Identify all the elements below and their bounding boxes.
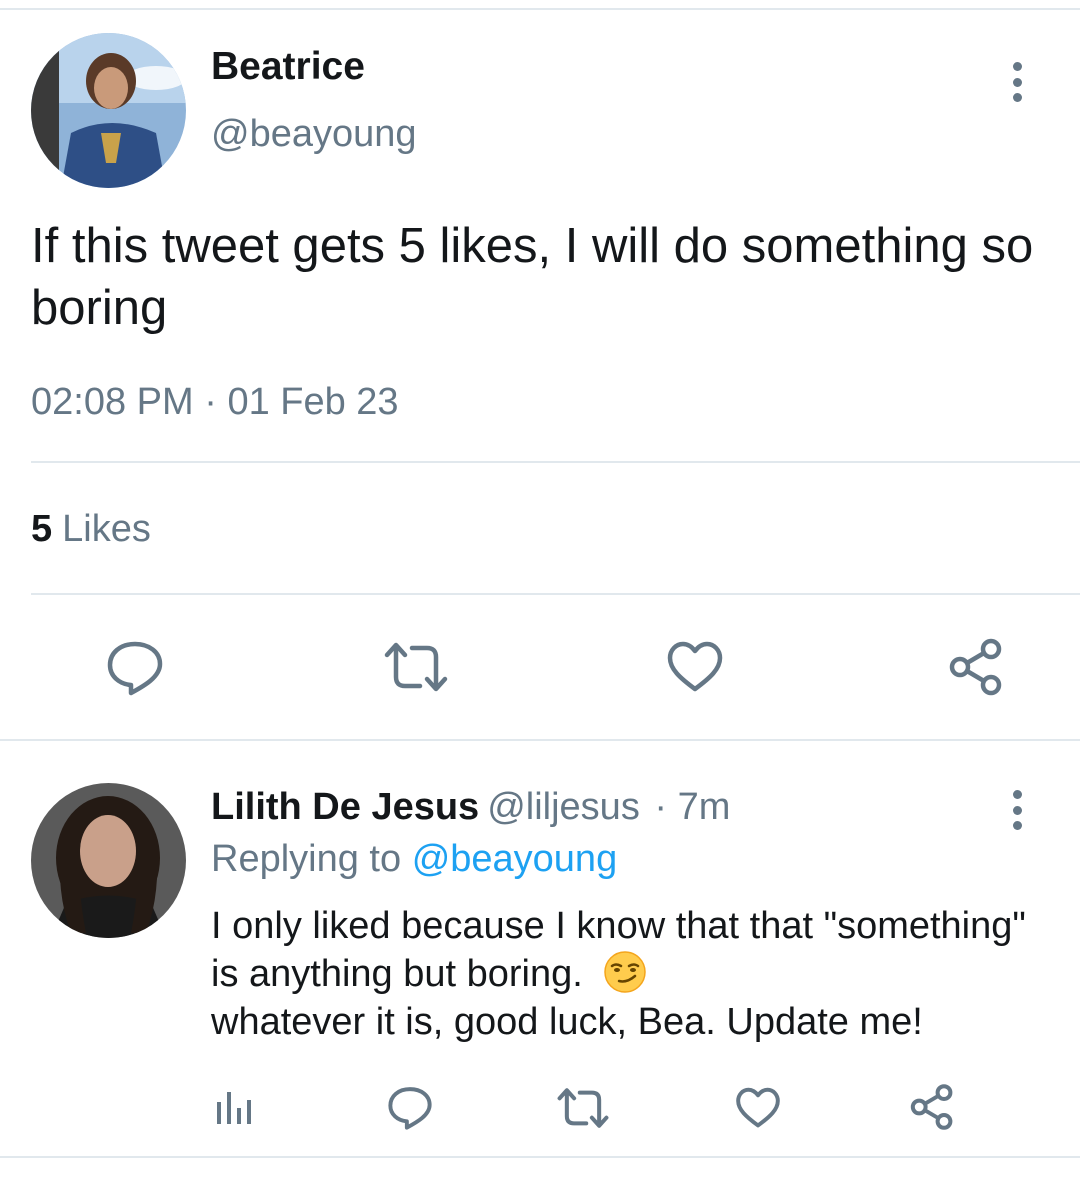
reply-author-display-name[interactable]: Lilith De Jesus bbox=[211, 786, 479, 828]
share-icon bbox=[910, 1084, 953, 1130]
reply-button[interactable] bbox=[106, 640, 164, 696]
share-button[interactable] bbox=[946, 637, 1006, 697]
section-divider bbox=[0, 739, 1080, 741]
retweet-button[interactable] bbox=[383, 641, 449, 693]
retweet-icon bbox=[557, 1088, 609, 1128]
divider bbox=[31, 593, 1080, 595]
section-divider bbox=[0, 1156, 1080, 1158]
reply-text: I only liked because I know that that "s… bbox=[211, 902, 1051, 1046]
like-icon bbox=[736, 1087, 780, 1128]
like-icon bbox=[667, 641, 723, 692]
share-button[interactable] bbox=[908, 1083, 956, 1131]
share-icon bbox=[949, 638, 1002, 696]
tweet-text: If this tweet gets 5 likes, I will do so… bbox=[31, 219, 1034, 335]
reply-age: · 7m bbox=[654, 786, 731, 828]
reply-button[interactable] bbox=[387, 1086, 433, 1130]
retweet-icon bbox=[384, 642, 448, 692]
more-options-icon[interactable] bbox=[1002, 62, 1032, 102]
more-options-icon[interactable] bbox=[1002, 790, 1032, 830]
likes-label: Likes bbox=[62, 508, 151, 550]
tweet-timestamp: 02:08 PM · 01 Feb 23 bbox=[31, 381, 399, 424]
reply-text-part-2: whatever it is, good luck, Bea. Update m… bbox=[211, 1001, 923, 1043]
tweet-date: 01 Feb 23 bbox=[227, 381, 399, 423]
replying-to-label: Replying to bbox=[211, 838, 402, 880]
analytics-icon bbox=[217, 1092, 251, 1124]
divider bbox=[31, 461, 1080, 463]
tweet-time: 02:08 PM bbox=[31, 381, 194, 423]
retweet-button[interactable] bbox=[556, 1087, 610, 1129]
avatar[interactable] bbox=[31, 33, 186, 188]
likes-count-link[interactable]: 5 Likes bbox=[31, 508, 151, 551]
reply-icon bbox=[107, 641, 163, 696]
reply-avatar-photo bbox=[31, 783, 186, 938]
author-handle[interactable]: @beayoung bbox=[211, 113, 417, 156]
meta-separator: · bbox=[204, 381, 217, 423]
reply-author-handle[interactable]: @liljesus bbox=[487, 786, 640, 828]
replying-to-handle-link[interactable]: @beayoung bbox=[412, 838, 618, 880]
author-display-name[interactable]: Beatrice bbox=[211, 45, 365, 89]
like-button[interactable] bbox=[666, 641, 724, 693]
reply-icon bbox=[388, 1087, 432, 1130]
top-divider bbox=[0, 8, 1080, 10]
like-button[interactable] bbox=[735, 1087, 781, 1129]
likes-count: 5 bbox=[31, 508, 53, 550]
reply-header: Lilith De Jesus @liljesus · 7m bbox=[211, 786, 730, 829]
reply-avatar[interactable] bbox=[31, 783, 186, 938]
analytics-button[interactable] bbox=[214, 1086, 256, 1128]
smirking-face-emoji bbox=[604, 951, 647, 993]
replying-to: Replying to @beayoung bbox=[211, 838, 617, 881]
avatar-photo bbox=[31, 33, 186, 188]
